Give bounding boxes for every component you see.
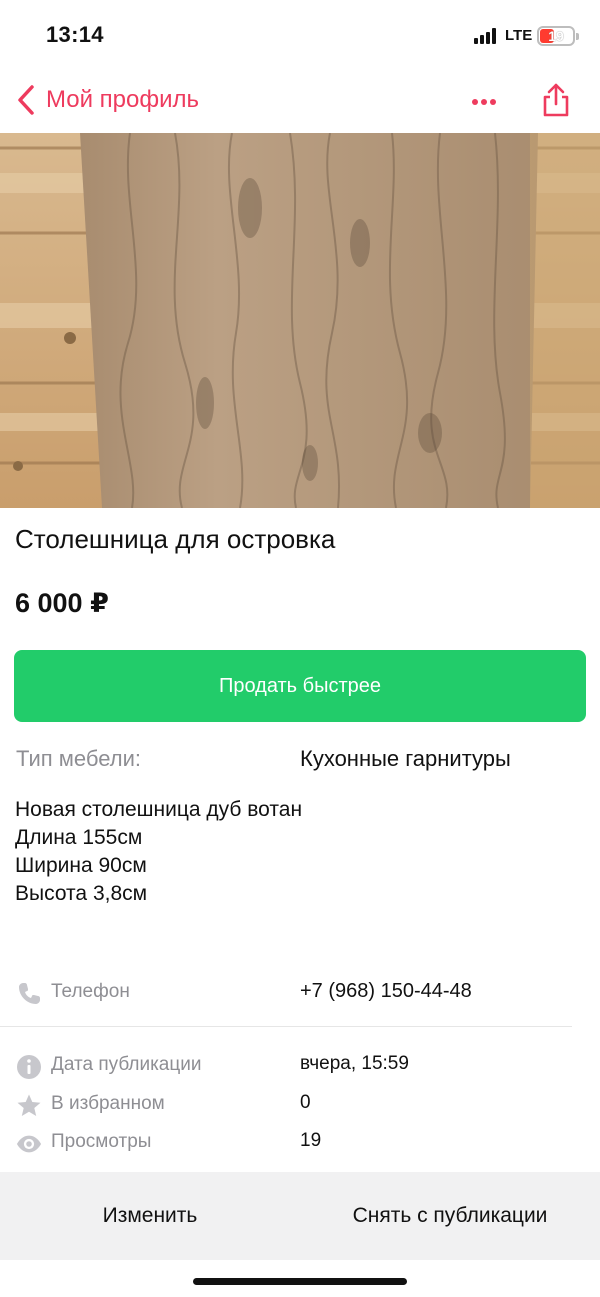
phone-icon: [19, 983, 40, 1004]
status-time: 13:14: [46, 22, 104, 47]
views-row: Просмотры 19: [0, 1128, 600, 1158]
views-label: Просмотры: [51, 1131, 152, 1152]
signal-strength-icon: [474, 28, 500, 44]
divider: [0, 1026, 572, 1027]
listing-description: Новая столешница дуб вотан Длина 155см Ш…: [15, 796, 302, 908]
sell-faster-button[interactable]: Продать быстрее: [14, 650, 586, 722]
network-type: LTE: [505, 27, 533, 44]
status-bar: 13:14 LTE 19: [0, 0, 600, 70]
back-button-label: Мой профиль: [46, 86, 200, 113]
more-dots-icon: [472, 99, 496, 105]
unpublish-button[interactable]: Снять с публикации: [330, 1172, 570, 1260]
views-value: 19: [300, 1130, 322, 1151]
product-photo[interactable]: [0, 133, 600, 508]
eye-icon: [16, 1135, 42, 1153]
countertop-image: [0, 133, 600, 508]
listing-price: 6 000 ₽: [15, 588, 109, 618]
description-line: Ширина 90см: [15, 854, 147, 877]
bottom-action-bar: Изменить Снять с публикации: [0, 1172, 600, 1260]
description-line: Длина 155см: [15, 826, 143, 849]
favorites-value: 0: [300, 1092, 311, 1113]
home-indicator: [193, 1278, 407, 1285]
share-button[interactable]: [540, 82, 572, 118]
publication-date-row: Дата публикации вчера, 15:59: [0, 1051, 600, 1081]
publication-date-label: Дата публикации: [51, 1054, 202, 1075]
description-line: Новая столешница дуб вотан: [15, 798, 303, 821]
favorites-label: В избранном: [51, 1093, 165, 1114]
furniture-type-label: Тип мебели:: [16, 746, 141, 771]
furniture-type-value: Кухонные гарнитуры: [300, 746, 511, 771]
edit-button[interactable]: Изменить: [40, 1172, 260, 1260]
chevron-left-icon: [18, 85, 34, 115]
battery-icon: 19: [537, 26, 579, 46]
description-line: Высота 3,8см: [15, 882, 148, 905]
phone-number[interactable]: +7 (968) 150-44-48: [300, 980, 472, 1003]
battery-level: 19: [548, 28, 564, 44]
favorites-row: В избранном 0: [0, 1090, 600, 1120]
listing-title: Столешница для островка: [15, 524, 336, 554]
navigation-bar: Мой профиль: [0, 78, 600, 126]
info-icon: [17, 1055, 41, 1079]
publication-date-value: вчера, 15:59: [300, 1053, 409, 1074]
back-button[interactable]: Мой профиль: [16, 84, 199, 116]
star-icon: [17, 1094, 41, 1116]
more-options-button[interactable]: [470, 90, 500, 114]
phone-label: Телефон: [51, 981, 130, 1002]
share-icon: [543, 83, 569, 117]
phone-row[interactable]: Телефон +7 (968) 150-44-48: [0, 978, 600, 1008]
